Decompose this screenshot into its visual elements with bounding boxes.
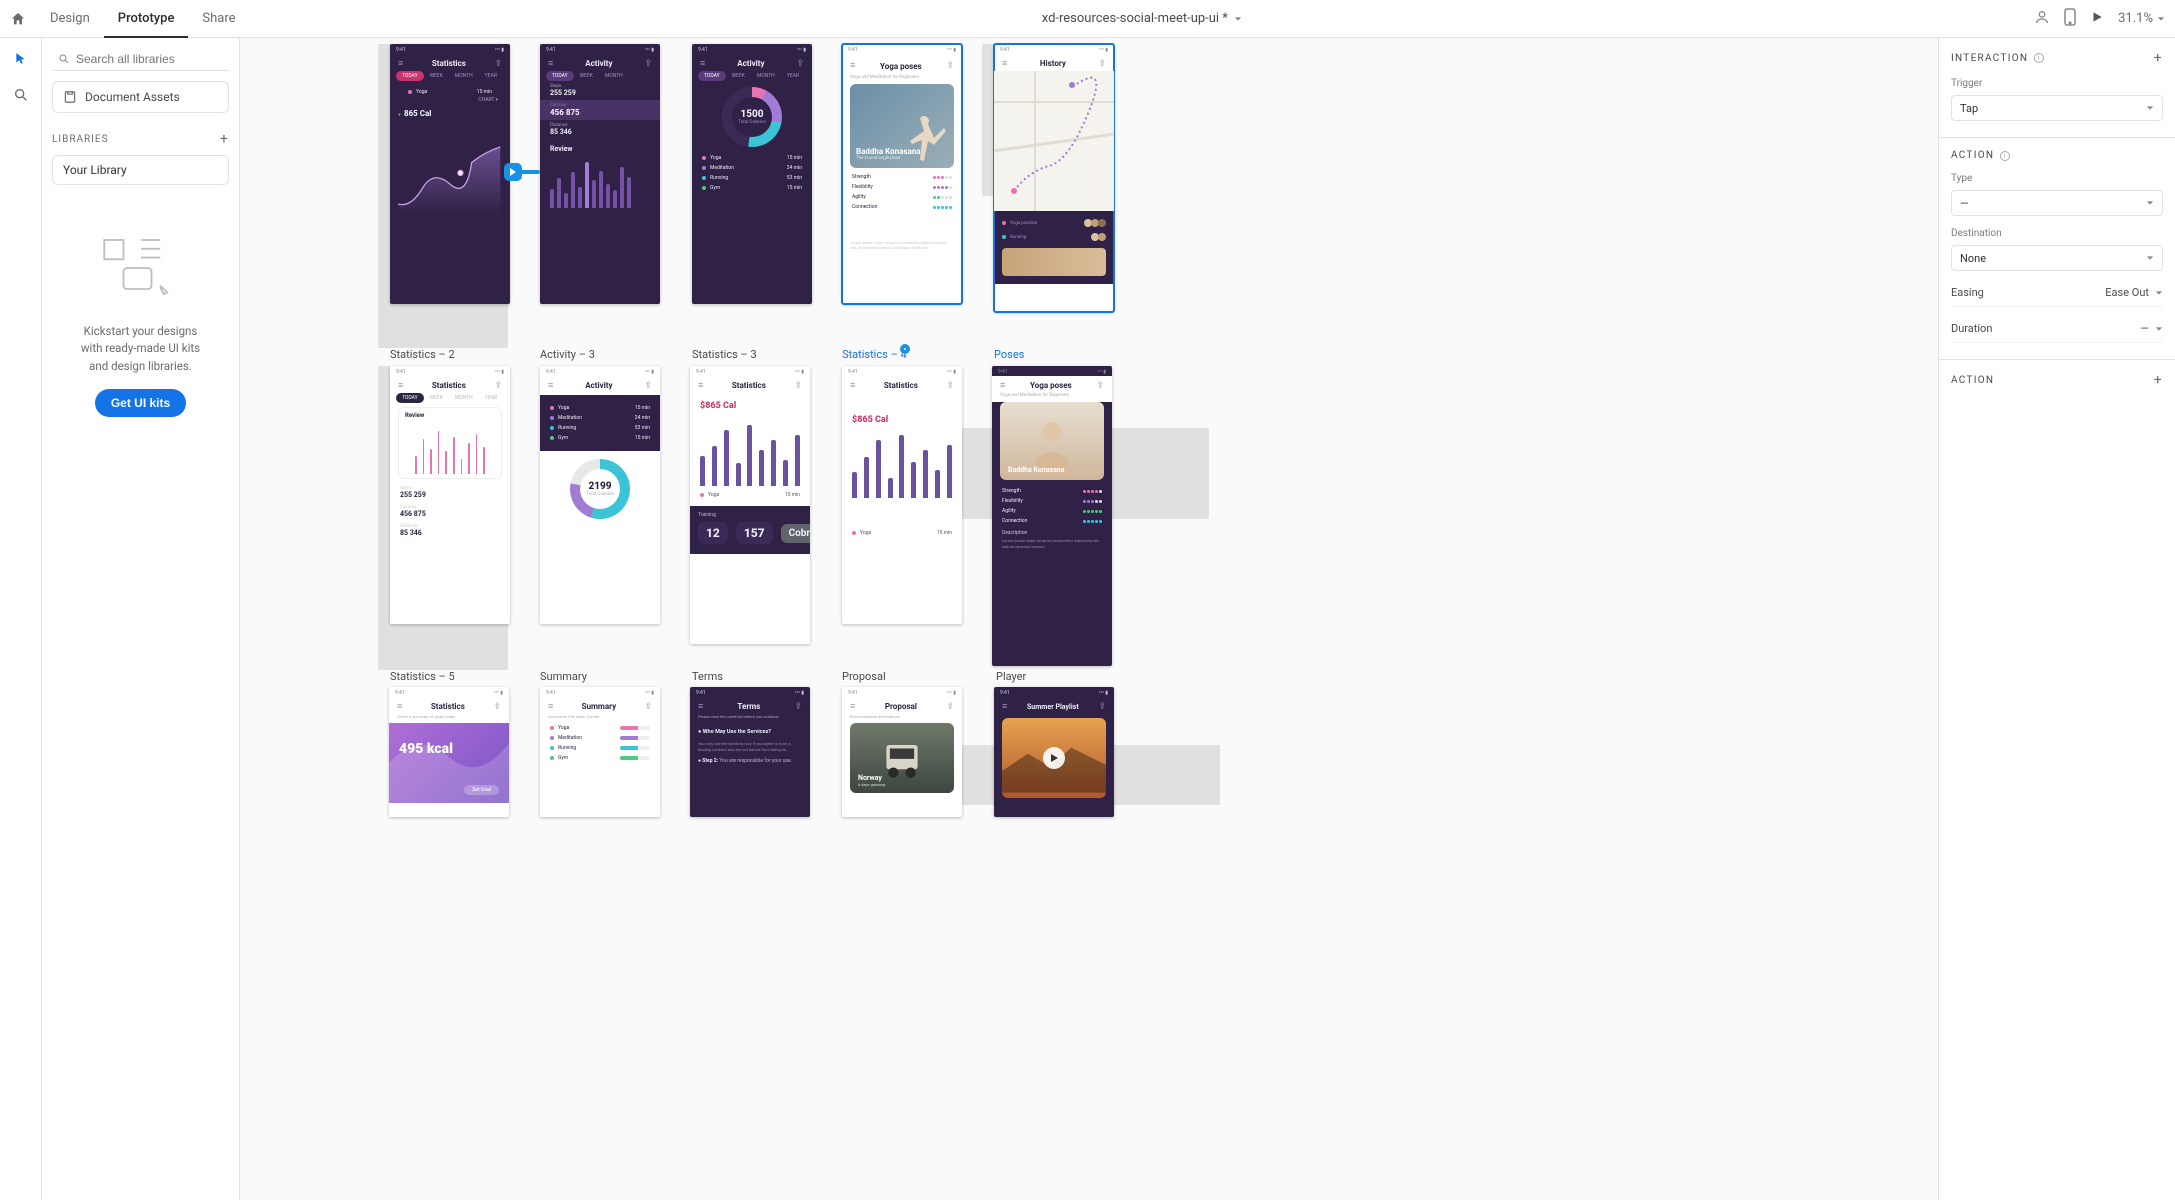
artboard-proposal[interactable]: 9:41••• ▮ ≡Proposal⇪ Recommended destina… (842, 687, 962, 817)
artboard-label[interactable]: Summary (540, 670, 587, 683)
list-item: Connection (842, 202, 962, 212)
uikits-illustration-icon (96, 233, 186, 303)
artboard-statistics-training[interactable]: 9:41••• ▮ ≡Statistics⇪ $865 Cal Yoga15 m… (690, 366, 810, 644)
list-item: Agility (992, 506, 1112, 516)
artboard-label[interactable]: Statistics – 4 (842, 348, 907, 361)
list-item: Meditation24 min (540, 413, 660, 423)
libraries-header: LIBRARIES + (52, 131, 229, 147)
list-item: Meditation24 min (692, 163, 812, 173)
artboard-statistics-light[interactable]: 9:41••• ▮ ≡Statistics⇪ TODAYWEEKMONTHYEA… (390, 366, 510, 624)
artboard-yoga-poses-dark[interactable]: 9:41••• ▮ ≡Yoga poses⇪ Yoga and Meditati… (992, 366, 1112, 666)
list-item: Gym (540, 753, 660, 763)
list-item: Running (540, 743, 660, 753)
mobile-preview-icon[interactable] (2064, 8, 2076, 30)
artboard-player[interactable]: 9:41••• ▮ ≡Summer Playlist⇪ (994, 687, 1114, 817)
trigger-select[interactable]: Tap (1951, 95, 2163, 121)
artboard-terms[interactable]: 9:41••• ▮ ≡Terms⇪ Please read this caref… (690, 687, 810, 817)
artboard-label[interactable]: Statistics – 3 (692, 348, 757, 361)
destination-select[interactable]: None (1951, 245, 2163, 271)
artboard-summary[interactable]: 9:41••• ▮ ≡Summary⇪ Good work this week,… (540, 687, 660, 817)
list-item: Running53 min (540, 423, 660, 433)
tab-prototype[interactable]: Prototype (104, 0, 189, 38)
artboard-label[interactable]: Poses (994, 348, 1024, 361)
artboard-label[interactable]: Activity – 3 (540, 348, 595, 361)
document-assets-button[interactable]: Document Assets (52, 81, 229, 113)
kickstart-block: Kickstart your designs with ready-made U… (52, 233, 229, 417)
artboard-label[interactable]: Terms (692, 670, 723, 683)
list-item: Flexibility (842, 182, 962, 192)
your-library-card[interactable]: Your Library (52, 155, 229, 185)
inspector-panel: INTERACTION i + Trigger Tap ACTION i Typ… (1938, 38, 2175, 1200)
file-icon (63, 90, 77, 104)
search-icon (58, 53, 70, 65)
artboard-statistics-5[interactable]: 9:41••• ▮ ≡Statistics⇪ Here's a summary … (389, 687, 509, 817)
list-item: Connection (992, 516, 1112, 526)
tab-share[interactable]: Share (188, 0, 249, 38)
chevron-down-icon (2155, 325, 2163, 333)
artboard-statistics[interactable]: 9:41••• ▮ ≡Statistics⇪ TODAY WEEK MONTH … (390, 44, 510, 304)
add-action-icon[interactable]: + (2154, 372, 2163, 388)
chevron-down-icon (2157, 15, 2165, 23)
artboard-statistics-light-2[interactable]: 9:41••• ▮ ≡Statistics⇪ $865 Cal Yoga15 m… (842, 366, 962, 624)
artboard-label[interactable]: Statistics – 5 (390, 670, 455, 683)
chevron-down-icon (2146, 254, 2154, 262)
add-library-icon[interactable]: + (220, 131, 229, 147)
chevron-down-icon (1234, 15, 1242, 23)
list-item: Running53 min (692, 173, 812, 183)
document-title[interactable]: xd-resources-social-meet-up-ui * (260, 11, 2025, 26)
list-item: Agility (842, 192, 962, 202)
chevron-down-icon (2155, 289, 2163, 297)
list-item: Strength (992, 486, 1112, 496)
artboard-label[interactable]: Player (996, 670, 1026, 683)
info-icon[interactable]: i (2000, 151, 2010, 161)
artboard-activity-light[interactable]: 9:41••• ▮ ≡Activity⇪ Yoga15 minMeditatio… (540, 366, 660, 624)
list-item: Gym15 min (540, 433, 660, 443)
topbar-right: 31.1% (2034, 8, 2165, 30)
list-item: Gym15 min (692, 183, 812, 193)
list-item: Yoga15 min (692, 153, 812, 163)
zoom-value: 31.1% (2118, 11, 2153, 26)
chevron-down-icon (2146, 104, 2154, 112)
list-item: Strength (842, 172, 962, 182)
library-search-input[interactable] (52, 48, 229, 71)
destination-label: Destination (1951, 228, 2163, 239)
artboard-label[interactable]: Statistics – 2 (390, 348, 455, 361)
topbar-tabs: Design Prototype Share (36, 0, 250, 38)
zoom-control[interactable]: 31.1% (2118, 11, 2165, 26)
artboard-activity-3[interactable]: 9:41••• ▮ ≡Activity⇪ TODAYWEEKMONTHYEAR … (692, 44, 812, 304)
home-icon[interactable] (10, 11, 26, 27)
artboard-activity[interactable]: 9:41••• ▮ ≡Activity⇪ TODAYWEEKMONTH Step… (540, 44, 660, 304)
type-select[interactable]: — (1951, 190, 2163, 216)
document-title-text: xd-resources-social-meet-up-ui * (1042, 11, 1228, 26)
list-item: Yoga (540, 723, 660, 733)
type-label: Type (1951, 173, 2163, 184)
tab-design[interactable]: Design (36, 0, 104, 38)
action-section-header: ACTION i (1951, 150, 2163, 161)
artboard-statistics-4[interactable]: 9:41••• ▮ ≡Yoga poses⇪ Yoga and Meditati… (842, 44, 962, 304)
topbar: Design Prototype Share xd-resources-soci… (0, 0, 2175, 38)
artboard-poses[interactable]: 9:41••• ▮ ≡History⇪ Yoga practice Runnin… (994, 44, 1114, 312)
prototype-canvas[interactable]: 9:41••• ▮ ≡Statistics⇪ TODAY WEEK MONTH … (240, 38, 1938, 1200)
list-item: Yoga15 min (540, 403, 660, 413)
list-item: Meditation (540, 733, 660, 743)
trigger-label: Trigger (1951, 78, 2163, 89)
get-ui-kits-button[interactable]: Get UI kits (95, 389, 186, 417)
document-assets-label: Document Assets (85, 90, 180, 104)
chevron-down-icon (2146, 199, 2154, 207)
avatar-icon[interactable] (2034, 9, 2050, 29)
easing-row[interactable]: Easing Ease Out (1951, 283, 2163, 307)
libraries-panel: Document Assets LIBRARIES + Your Library… (42, 38, 240, 1200)
zoom-tool-icon[interactable] (12, 86, 30, 104)
artboard-label[interactable]: Proposal (842, 670, 886, 683)
duration-row[interactable]: Duration — (1951, 319, 2163, 343)
cursor-tool-icon[interactable] (12, 50, 30, 68)
list-item: Flexibility (992, 496, 1112, 506)
tool-rail (0, 38, 42, 1200)
play-icon[interactable] (2090, 10, 2104, 28)
home-indicator-icon[interactable] (900, 344, 910, 354)
info-icon[interactable]: i (2034, 53, 2044, 63)
add-interaction-icon[interactable]: + (2154, 50, 2163, 66)
interaction-section-header: INTERACTION i + (1951, 50, 2163, 66)
action-footer: ACTION + (1951, 372, 2163, 388)
